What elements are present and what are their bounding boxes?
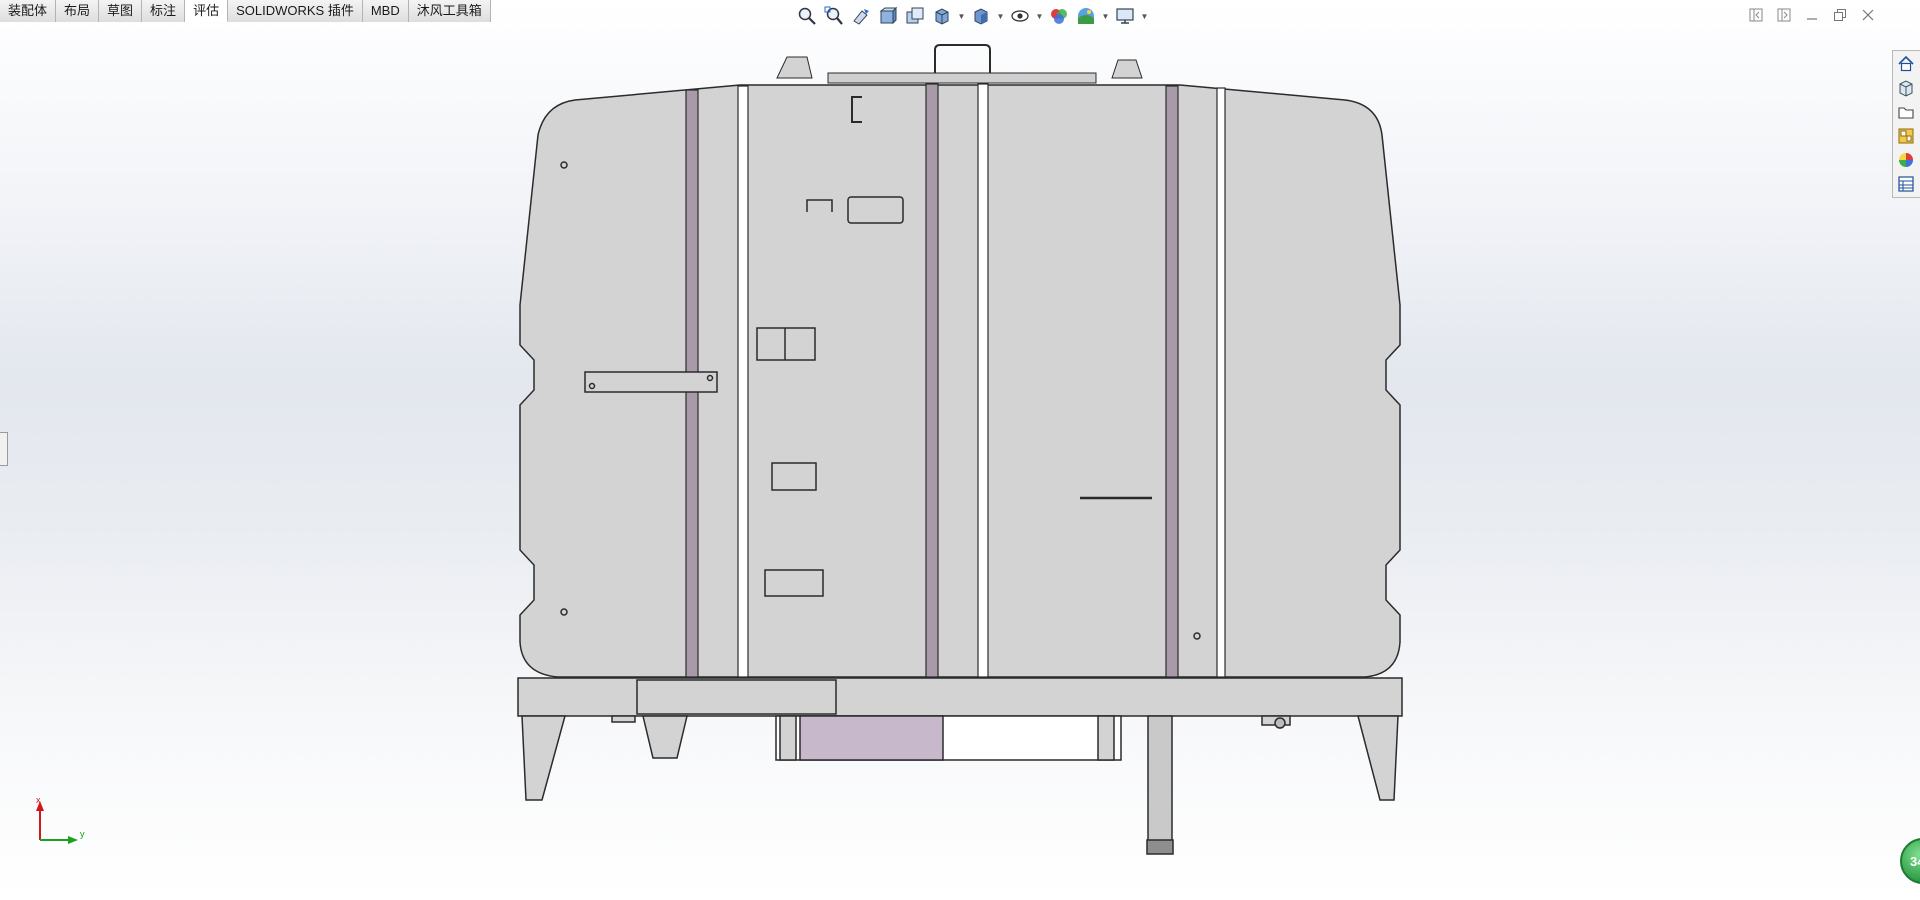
label-plate [847,196,904,224]
side-handle [584,371,718,393]
frame-leg-left [521,715,566,801]
strap-gap-3 [1216,87,1226,678]
fork-post-right [1097,715,1115,761]
nameplate [771,462,817,491]
drain-cap [1146,839,1174,855]
purple-panel [799,715,944,761]
graphics-area[interactable] [0,0,1920,900]
vent-box [756,327,816,361]
lifting-handle [934,44,991,76]
drain-pipe [1147,715,1173,842]
strap-gap-2 [977,83,989,678]
tank-model [517,44,1403,855]
top-hatch [827,72,1097,84]
strap-2 [925,83,939,678]
triad-y-label: y [80,829,85,839]
base-step [636,679,837,715]
frame-leg-right [1357,715,1399,801]
foot-left [642,715,688,759]
fork-post-left [779,715,797,761]
reference-triad: x y [36,795,85,844]
top-fitting-right [1111,59,1143,79]
top-fitting-left [776,56,813,79]
triad-x-label: x [36,795,41,805]
strap-gap-1 [737,85,749,678]
valve-knob [1274,717,1286,729]
strap-3 [1165,85,1179,678]
bracket-left [611,715,636,723]
nameplate [764,569,824,597]
